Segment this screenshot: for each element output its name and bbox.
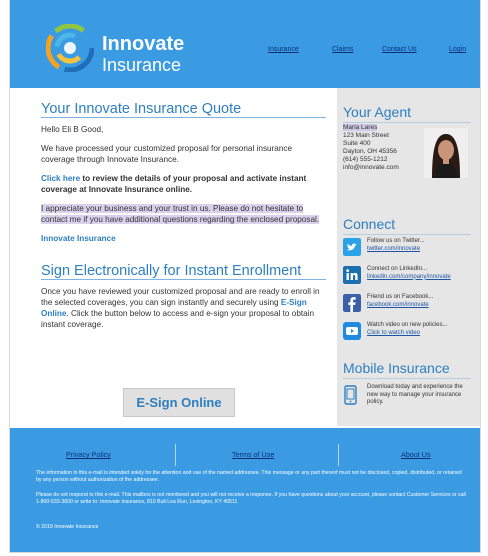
footer-noreply: Please do not respond to this e-mail. Th… <box>36 492 466 505</box>
mobile-title: Mobile Insurance <box>343 360 471 379</box>
footer-copyright: © 2019 Innovate Insurance <box>36 524 99 530</box>
video-link[interactable]: Click to watch video <box>367 330 420 336</box>
footer: Privacy Policy Terms of Use About Us The… <box>10 428 480 552</box>
agent-photo <box>424 128 468 178</box>
nav-contact-us[interactable]: Contact Us <box>382 46 417 53</box>
facebook-link[interactable]: facebook.com/innovate <box>367 302 429 308</box>
agent-phone: (614) 555-1212 <box>343 156 388 163</box>
mobile-phone-icon <box>344 385 357 405</box>
video-icon[interactable] <box>343 322 361 340</box>
facebook-text: Friend us on Facebook... facebook.com/in… <box>367 294 479 309</box>
agent-title: Your Agent <box>343 104 471 123</box>
connect-title: Connect <box>343 216 471 235</box>
social-video: Watch video on new policies... Click to … <box>343 322 478 346</box>
thanks-text: I appreciate your business and your trus… <box>41 204 320 224</box>
quote-content: Your Innovate Insurance Quote Hello Eli … <box>41 102 326 338</box>
agent-city: Dayton, OH 45356 <box>343 148 397 155</box>
about-us-link[interactable]: About Us <box>401 450 431 459</box>
facebook-icon[interactable] <box>343 294 361 312</box>
mobile-text: Download today and experience the new wa… <box>367 384 463 405</box>
brand-name: Innovate Insurance <box>102 34 184 74</box>
greeting: Hello Eli B Good, <box>41 125 104 134</box>
quote-title: Your Innovate Insurance Quote <box>41 102 326 118</box>
sign-paragraph: Once you have reviewed your customized p… <box>41 286 326 330</box>
innovate-logo-icon <box>46 24 94 72</box>
nav-login[interactable]: Login <box>449 46 466 53</box>
signature: Innovate Insurance <box>41 234 116 243</box>
main-area: Your Innovate Insurance Quote Hello Eli … <box>10 88 480 426</box>
brand-line2: Insurance <box>102 55 182 75</box>
linkedin-icon[interactable] <box>343 266 361 284</box>
sign-title: Sign Electronically for Instant Enrollme… <box>41 264 326 280</box>
linkedin-link[interactable]: linkedin.com/company/innovate <box>367 274 451 280</box>
privacy-policy-link[interactable]: Privacy Policy <box>66 450 111 459</box>
footer-divider <box>338 444 339 466</box>
footer-disclaimer: The information in this e-mail is intend… <box>36 470 462 483</box>
social-facebook: Friend us on Facebook... facebook.com/in… <box>343 294 478 318</box>
sidebar: Your Agent Maria Lares 123 Main Street S… <box>337 88 480 426</box>
linkedin-text: Connect on LinkedIn... linkedin.com/comp… <box>367 266 479 281</box>
social-linkedin: Connect on LinkedIn... linkedin.com/comp… <box>343 266 478 290</box>
twitter-icon[interactable] <box>343 238 361 256</box>
twitter-link[interactable]: twitter.com/innovate <box>367 246 420 252</box>
nav-insurance[interactable]: Insurance <box>268 46 299 53</box>
social-twitter: Follow us on Twitter... twitter.com/inno… <box>343 238 478 262</box>
agent-address2: Suite 400 <box>343 140 371 147</box>
email-frame: Innovate Insurance Insurance Claims Cont… <box>9 0 481 553</box>
linkedin-label: Connect on LinkedIn... <box>367 266 428 272</box>
click-here-link[interactable]: Click here <box>41 174 80 183</box>
twitter-text: Follow us on Twitter... twitter.com/inno… <box>367 238 479 253</box>
agent-info: Maria Lares 123 Main Street Suite 400 Da… <box>343 124 399 172</box>
thanks-paragraph: I appreciate your business and your trus… <box>41 203 326 225</box>
agent-name: Maria Lares <box>343 124 378 131</box>
footer-divider <box>175 444 176 466</box>
header-bar: Innovate Insurance Insurance Claims Cont… <box>10 0 480 88</box>
terms-of-use-link[interactable]: Terms of Use <box>232 450 274 459</box>
nav-claims[interactable]: Claims <box>332 46 353 53</box>
intro-paragraph: We have processed your customized propos… <box>41 144 293 164</box>
video-label: Watch video on new policies... <box>367 322 448 328</box>
facebook-label: Friend us on Facebook... <box>367 294 434 300</box>
click-here-rest: to review the details of your proposal a… <box>41 174 307 194</box>
video-text: Watch video on new policies... Click to … <box>367 322 479 337</box>
click-paragraph: Click here to review the details of your… <box>41 173 326 195</box>
sign-text-before: Once you have reviewed your customized p… <box>41 287 320 307</box>
esign-online-button[interactable]: E-Sign Online <box>123 388 235 417</box>
agent-email: info@innovate.com <box>343 164 399 171</box>
twitter-label: Follow us on Twitter... <box>367 238 425 244</box>
brand-line1: Innovate <box>102 33 185 55</box>
agent-address1: 123 Main Street <box>343 132 389 139</box>
sign-text-after: . Click the button below to access and e… <box>41 309 315 329</box>
